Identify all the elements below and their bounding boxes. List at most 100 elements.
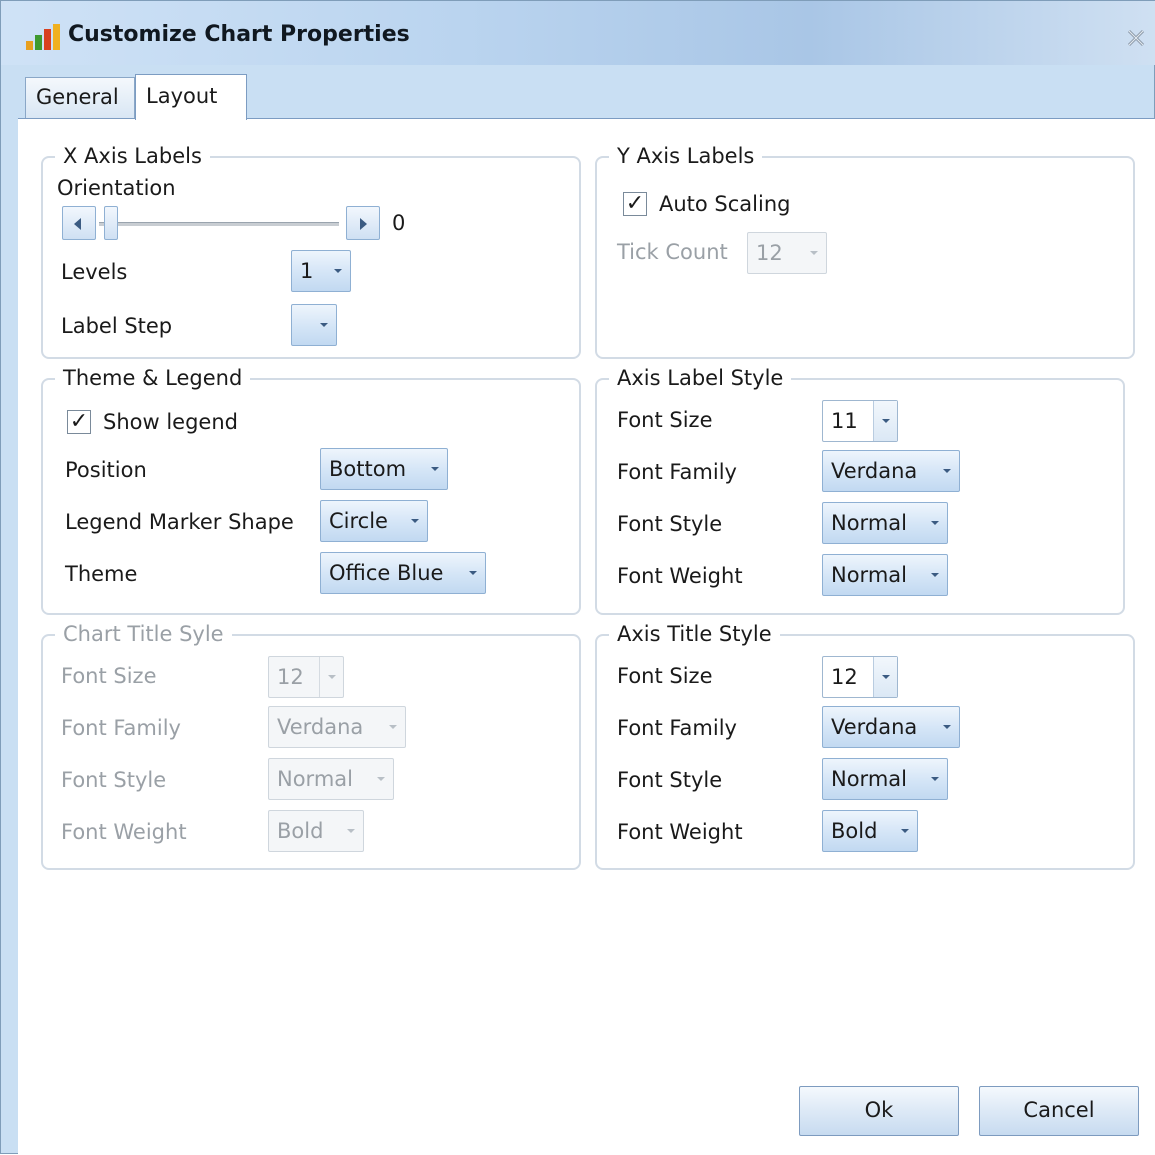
show-legend-label[interactable]: Show legend [103,408,238,436]
levels-label: Levels [61,260,128,284]
chart-title-font-weight-label: Font Weight [61,820,187,844]
orientation-value: 0 [392,211,406,235]
axis-label-style-legend: Axis Label Style [609,364,792,392]
chevron-down-icon [893,811,917,851]
orientation-slider-track[interactable] [99,222,339,226]
axis-title-font-style-dropdown[interactable]: Normal [822,758,948,800]
axis-title-font-weight-value: Bold [831,819,878,843]
position-dropdown[interactable]: Bottom [320,448,448,490]
chart-title-font-family-dropdown[interactable]: Verdana [268,706,406,748]
axis-label-font-weight-dropdown[interactable]: Normal [822,554,948,596]
axis-label-font-family-dropdown[interactable]: Verdana [822,450,960,492]
legend-marker-shape-dropdown[interactable]: Circle [320,500,428,542]
axis-label-font-size-label: Font Size [617,408,713,432]
x-axis-labels-legend: X Axis Labels [55,142,210,170]
axis-label-font-family-value: Verdana [831,459,918,483]
tick-count-value: 12 [756,241,783,265]
axis-title-font-weight-label: Font Weight [617,820,743,844]
theme-dropdown[interactable]: Office Blue [320,552,486,594]
position-value: Bottom [329,457,407,481]
axis-title-style-group: Axis Title Style Font Size 12 Font Famil… [595,620,1135,870]
chart-title-font-style-value: Normal [277,767,353,791]
axis-label-font-weight-value: Normal [831,563,907,587]
theme-legend-legend: Theme & Legend [55,364,251,392]
axis-label-style-group: Axis Label Style Font Size 11 Font Famil… [595,364,1125,615]
dialog-window: Customize Chart Properties General Layou… [0,0,1155,1155]
levels-dropdown[interactable]: 1 [291,250,351,292]
y-axis-labels-group: Y Axis Labels ✓ Auto Scaling Tick Count … [595,142,1135,359]
chart-title-font-size-dropdown[interactable]: 12 [268,656,344,698]
orientation-decrease-button[interactable] [62,206,96,240]
tab-layout[interactable]: Layout [135,74,247,120]
close-icon[interactable] [1125,27,1147,49]
axis-title-font-size-label: Font Size [617,664,713,688]
axis-label-font-style-label: Font Style [617,512,723,536]
title-bar: Customize Chart Properties [1,1,1155,65]
chart-title-style-group: Chart Title Syle Font Size 12 Font Famil… [41,620,581,870]
chart-title-font-family-label: Font Family [61,716,181,740]
cancel-button[interactable]: Cancel [979,1086,1139,1136]
auto-scaling-label[interactable]: Auto Scaling [659,190,791,218]
chart-title-font-style-label: Font Style [61,768,167,792]
chevron-down-icon [873,657,897,697]
bar-chart-icon [26,24,60,50]
theme-label: Theme [65,562,138,586]
theme-legend-group: Theme & Legend ✓ Show legend Position Bo… [41,364,581,615]
chevron-down-icon [423,449,447,489]
layout-tab-panel: X Axis Labels Orientation 0 Levels 1 Lab… [18,118,1155,1155]
chevron-down-icon [381,707,405,747]
axis-title-style-legend: Axis Title Style [609,620,780,648]
chevron-down-icon [319,657,343,697]
theme-value: Office Blue [329,561,444,585]
chart-title-font-family-value: Verdana [277,715,364,739]
tab-strip: General Layout [17,65,1155,120]
axis-title-font-family-label: Font Family [617,716,737,740]
legend-marker-shape-label: Legend Marker Shape [65,510,294,534]
chevron-down-icon [312,305,336,345]
chevron-down-icon [935,707,959,747]
chevron-down-icon [369,759,393,799]
show-legend-checkbox[interactable]: ✓ [67,410,91,434]
axis-label-font-size-value: 11 [831,409,858,433]
chevron-down-icon [802,233,826,273]
legend-marker-shape-value: Circle [329,509,388,533]
axis-title-font-style-label: Font Style [617,768,723,792]
axis-title-font-size-value: 12 [831,665,858,689]
y-axis-labels-legend: Y Axis Labels [609,142,763,170]
axis-title-font-style-value: Normal [831,767,907,791]
orientation-label: Orientation [57,176,176,200]
tick-count-dropdown[interactable]: 12 [747,232,827,274]
axis-title-font-family-dropdown[interactable]: Verdana [822,706,960,748]
axis-label-font-style-value: Normal [831,511,907,535]
chart-title-font-style-dropdown[interactable]: Normal [268,758,394,800]
tick-count-label: Tick Count [617,240,728,264]
x-axis-labels-group: X Axis Labels Orientation 0 Levels 1 Lab… [41,142,581,359]
window-title: Customize Chart Properties [68,22,410,47]
chevron-down-icon [923,555,947,595]
chart-title-style-legend: Chart Title Syle [55,620,232,648]
axis-label-font-size-dropdown[interactable]: 11 [822,400,898,442]
chevron-down-icon [873,401,897,441]
levels-value: 1 [300,259,314,283]
orientation-increase-button[interactable] [346,206,380,240]
label-step-label: Label Step [61,314,173,338]
chevron-down-icon [461,553,485,593]
ok-button[interactable]: Ok [799,1086,959,1136]
chevron-down-icon [339,811,363,851]
chevron-down-icon [923,759,947,799]
chart-title-font-weight-dropdown[interactable]: Bold [268,810,364,852]
auto-scaling-checkbox[interactable]: ✓ [623,192,647,216]
chevron-down-icon [403,501,427,541]
chevron-down-icon [935,451,959,491]
axis-title-font-weight-dropdown[interactable]: Bold [822,810,918,852]
axis-label-font-style-dropdown[interactable]: Normal [822,502,948,544]
orientation-slider-thumb[interactable] [104,206,118,240]
axis-title-font-size-dropdown[interactable]: 12 [822,656,898,698]
chevron-down-icon [326,251,350,291]
axis-title-font-family-value: Verdana [831,715,918,739]
chart-title-font-weight-value: Bold [277,819,324,843]
chart-title-font-size-label: Font Size [61,664,157,688]
tab-general[interactable]: General [25,77,135,119]
label-step-dropdown[interactable] [291,304,337,346]
position-label: Position [65,458,147,482]
